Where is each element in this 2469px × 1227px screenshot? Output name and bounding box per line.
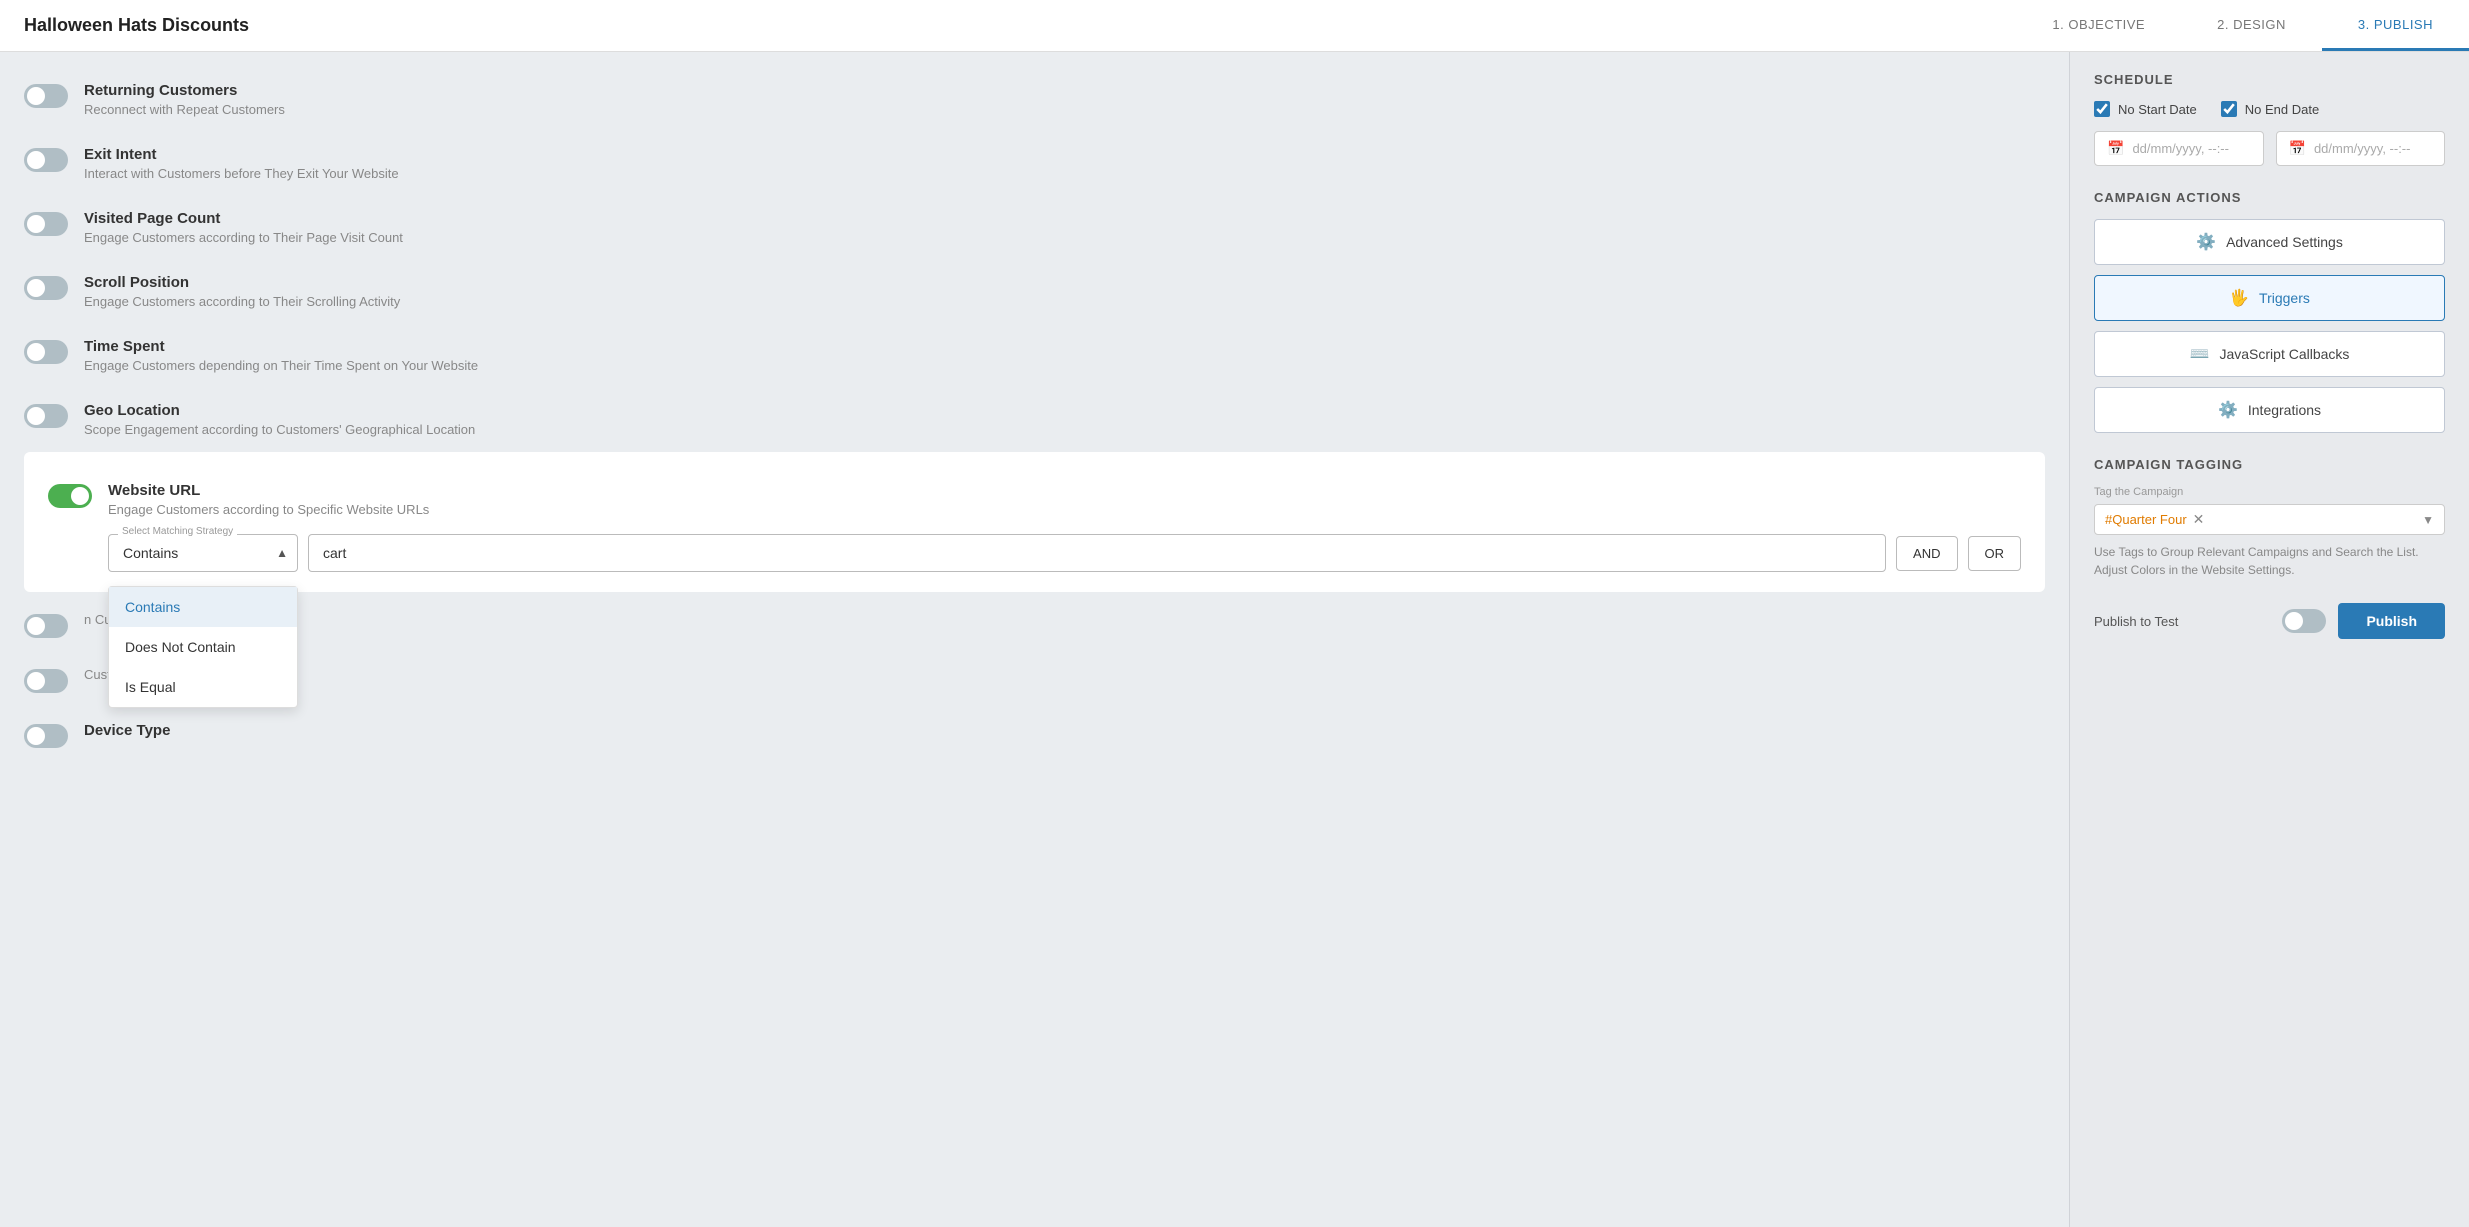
dropdown-item-does-not-contain[interactable]: Does Not Contain <box>109 627 297 667</box>
sliders-icon: ⚙️ <box>2196 232 2216 252</box>
or-button[interactable]: OR <box>1968 536 2022 571</box>
triggers-button[interactable]: 🖐 Triggers <box>2094 275 2445 321</box>
right-panel: SCHEDULE No Start Date No End Date 📅 dd/… <box>2069 52 2469 1227</box>
trigger-item-extra-2: Customers' Referring Website <box>24 653 2045 708</box>
toggle-track <box>24 148 68 172</box>
toggle-visited-page-count[interactable] <box>24 212 68 236</box>
campaign-title: Halloween Hats Discounts <box>0 0 2016 51</box>
strategy-select-wrapper: Select Matching Strategy Contains ▲ Cont… <box>108 534 298 572</box>
trigger-item-geo-location: Geo Location Scope Engagement according … <box>24 388 2045 452</box>
strategy-select[interactable]: Contains <box>108 534 298 572</box>
publish-to-test-label: Publish to Test <box>2094 614 2178 629</box>
publish-row: Publish to Test Publish <box>2094 603 2445 639</box>
trigger-item-extra-1: n Customers' Cookies <box>24 592 2045 653</box>
toggle-track <box>24 340 68 364</box>
toggle-extra-2[interactable] <box>24 669 68 693</box>
toggle-website-url[interactable] <box>48 484 92 508</box>
trigger-text-device-type: Device Type <box>84 722 170 742</box>
no-end-date-label[interactable]: No End Date <box>2221 101 2319 117</box>
tag-chip: #Quarter Four ✕ <box>2105 511 2204 528</box>
strategy-label: Select Matching Strategy <box>118 526 237 537</box>
publish-test-track <box>2282 609 2326 633</box>
campaign-actions-title: CAMPAIGN ACTIONS <box>2094 190 2445 205</box>
gear-icon: ⚙️ <box>2218 400 2238 420</box>
toggle-track <box>24 84 68 108</box>
tag-remove-button[interactable]: ✕ <box>2193 511 2205 528</box>
schedule-checkboxes: No Start Date No End Date <box>2094 101 2445 117</box>
campaign-tagging-title: CAMPAIGN TAGGING <box>2094 457 2445 472</box>
toggle-scroll-position[interactable] <box>24 276 68 300</box>
toggle-time-spent[interactable] <box>24 340 68 364</box>
url-value-input[interactable] <box>308 534 1886 572</box>
tag-hint: Use Tags to Group Relevant Campaigns and… <box>2094 543 2445 579</box>
toggle-returning-customers[interactable] <box>24 84 68 108</box>
no-start-date-label[interactable]: No Start Date <box>2094 101 2197 117</box>
strategy-dropdown-menu: Contains Does Not Contain Is Equal <box>108 586 298 708</box>
toggle-track <box>24 669 68 693</box>
no-start-date-checkbox[interactable] <box>2094 101 2110 117</box>
dropdown-item-contains[interactable]: Contains <box>109 587 297 627</box>
tab-objective[interactable]: 1. OBJECTIVE <box>2016 0 2181 51</box>
javascript-callbacks-button[interactable]: ⌨️ JavaScript Callbacks <box>2094 331 2445 377</box>
toggle-track <box>24 614 68 638</box>
trigger-item-visited-page-count: Visited Page Count Engage Customers acco… <box>24 196 2045 260</box>
trigger-text-returning-customers: Returning Customers Reconnect with Repea… <box>84 82 285 117</box>
campaign-actions: CAMPAIGN ACTIONS ⚙️ Advanced Settings 🖐 … <box>2094 190 2445 433</box>
trigger-text-website-url: Website URL Engage Customers according t… <box>108 482 429 517</box>
toggle-track-active <box>48 484 92 508</box>
trigger-text-exit-intent: Exit Intent Interact with Customers befo… <box>84 146 399 181</box>
hand-icon: 🖐 <box>2229 288 2249 308</box>
trigger-text-visited-page-count: Visited Page Count Engage Customers acco… <box>84 210 403 245</box>
integrations-button[interactable]: ⚙️ Integrations <box>2094 387 2445 433</box>
trigger-text-scroll-position: Scroll Position Engage Customers accordi… <box>84 274 400 309</box>
toggle-geo-location[interactable] <box>24 404 68 428</box>
toggle-device-type[interactable] <box>24 724 68 748</box>
tag-input-row[interactable]: #Quarter Four ✕ ▼ <box>2094 504 2445 535</box>
publish-to-test-toggle[interactable] <box>2282 609 2326 633</box>
toggle-track <box>24 404 68 428</box>
trigger-list: Returning Customers Reconnect with Repea… <box>0 52 2069 779</box>
trigger-expanded-website-url: Website URL Engage Customers according t… <box>24 452 2045 592</box>
trigger-item-time-spent: Time Spent Engage Customers depending on… <box>24 324 2045 388</box>
nav-tabs: 1. OBJECTIVE 2. DESIGN 3. PUBLISH <box>2016 0 2469 51</box>
calendar-icon-start: 📅 <box>2107 140 2124 157</box>
left-panel: Returning Customers Reconnect with Repea… <box>0 52 2069 1227</box>
url-row: Select Matching Strategy Contains ▲ Cont… <box>108 534 2021 572</box>
url-config: Select Matching Strategy Contains ▲ Cont… <box>108 534 2021 572</box>
top-nav: Halloween Hats Discounts 1. OBJECTIVE 2.… <box>0 0 2469 52</box>
publish-button[interactable]: Publish <box>2338 603 2445 639</box>
toggle-extra-1[interactable] <box>24 614 68 638</box>
main-layout: Returning Customers Reconnect with Repea… <box>0 52 2469 1227</box>
toggle-exit-intent[interactable] <box>24 148 68 172</box>
advanced-settings-button[interactable]: ⚙️ Advanced Settings <box>2094 219 2445 265</box>
tag-campaign-label: Tag the Campaign <box>2094 486 2445 498</box>
trigger-text-geo-location: Geo Location Scope Engagement according … <box>84 402 475 437</box>
trigger-item-returning-customers: Returning Customers Reconnect with Repea… <box>24 68 2045 132</box>
tab-design[interactable]: 2. DESIGN <box>2181 0 2322 51</box>
campaign-tagging: CAMPAIGN TAGGING Tag the Campaign #Quart… <box>2094 457 2445 579</box>
trigger-text-time-spent: Time Spent Engage Customers depending on… <box>84 338 478 373</box>
code-icon: ⌨️ <box>2190 344 2210 364</box>
toggle-track <box>24 276 68 300</box>
toggle-track <box>24 724 68 748</box>
trigger-item-exit-intent: Exit Intent Interact with Customers befo… <box>24 132 2045 196</box>
no-end-date-checkbox[interactable] <box>2221 101 2237 117</box>
end-date-input[interactable]: 📅 dd/mm/yyyy, --:-- <box>2276 131 2446 166</box>
trigger-item-device-type: Device Type <box>24 708 2045 763</box>
trigger-item-website-url: Website URL Engage Customers according t… <box>48 468 2021 528</box>
date-inputs: 📅 dd/mm/yyyy, --:-- 📅 dd/mm/yyyy, --:-- <box>2094 131 2445 166</box>
toggle-track <box>24 212 68 236</box>
schedule-title: SCHEDULE <box>2094 72 2445 87</box>
tag-dropdown-arrow-icon[interactable]: ▼ <box>2422 513 2434 527</box>
tab-publish[interactable]: 3. PUBLISH <box>2322 0 2469 51</box>
and-button[interactable]: AND <box>1896 536 1957 571</box>
start-date-input[interactable]: 📅 dd/mm/yyyy, --:-- <box>2094 131 2264 166</box>
calendar-icon-end: 📅 <box>2289 140 2306 157</box>
dropdown-item-is-equal[interactable]: Is Equal <box>109 667 297 707</box>
trigger-item-scroll-position: Scroll Position Engage Customers accordi… <box>24 260 2045 324</box>
